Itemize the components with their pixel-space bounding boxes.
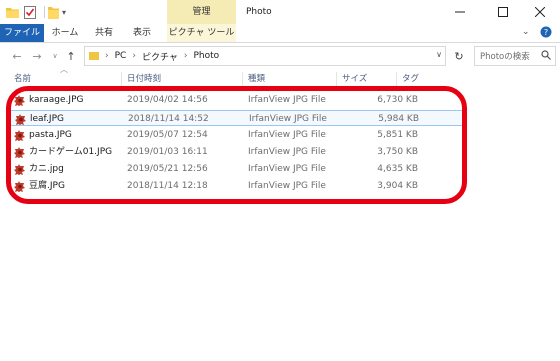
file-name: karaage.JPG [29, 95, 84, 105]
breadcrumb-photo[interactable]: Photo [193, 51, 219, 61]
file-date: 2018/11/14 14:52 [128, 114, 209, 124]
irfanview-file-icon [14, 129, 26, 142]
list-item[interactable]: カニ.jpg 2019/05/21 12:56 IrfanView JPG Fi… [10, 161, 463, 177]
tab-file[interactable]: ファイル [0, 24, 44, 42]
close-button[interactable] [520, 0, 560, 24]
file-date: 2018/11/14 12:18 [127, 181, 208, 191]
help-icon[interactable]: ? [540, 26, 552, 41]
file-type: IrfanView JPG File [249, 114, 327, 124]
refresh-icon[interactable]: ↻ [450, 47, 468, 65]
minimize-button[interactable] [440, 0, 480, 24]
quick-access-dropdown-icon[interactable]: ▾ [62, 4, 66, 20]
search-placeholder: Photoの検索 [480, 52, 530, 62]
column-divider[interactable] [336, 72, 337, 86]
list-item[interactable]: pasta.JPG 2019/05/07 12:54 IrfanView JPG… [10, 127, 463, 143]
svg-text:?: ? [544, 28, 548, 37]
file-name: カードゲーム01.JPG [29, 147, 113, 157]
ribbon-expand-icon[interactable]: ⌄ [522, 27, 530, 37]
file-type: IrfanView JPG File [248, 95, 326, 105]
file-date: 2019/05/21 12:56 [127, 164, 208, 174]
irfanview-file-icon [14, 146, 26, 159]
file-name: 豆腐.JPG [29, 181, 65, 191]
file-size: 3,750 KB [377, 147, 418, 157]
file-date: 2019/04/02 14:56 [127, 95, 208, 105]
recent-locations-dropdown-icon[interactable]: ∨ [48, 48, 62, 64]
tab-view[interactable]: 表示 [130, 24, 154, 42]
irfanview-file-icon [14, 180, 26, 193]
file-type: IrfanView JPG File [248, 181, 326, 191]
list-item[interactable]: leaf.JPG 2018/11/14 14:52 IrfanView JPG … [10, 110, 463, 126]
file-name: leaf.JPG [30, 114, 64, 124]
sort-ascending-icon: ︿ [60, 65, 68, 74]
list-item[interactable]: karaage.JPG 2019/04/02 14:56 IrfanView J… [10, 92, 463, 108]
folder-icon [89, 51, 99, 61]
column-header-size[interactable]: サイズ [342, 70, 367, 88]
list-item[interactable]: 豆腐.JPG 2018/11/14 12:18 IrfanView JPG Fi… [10, 178, 463, 194]
navigation-bar: ← → ∨ ↑ › PC › ピクチャ › Photo ∨ ↻ Photoの検索 [0, 43, 560, 69]
file-name: カニ.jpg [29, 164, 64, 174]
title-bar: ▾ 管理 Photo [0, 0, 560, 24]
address-dropdown-icon[interactable]: ∨ [436, 50, 442, 59]
file-size: 5,984 KB [378, 114, 419, 124]
address-bar[interactable]: › PC › ピクチャ › Photo ∨ [84, 46, 446, 66]
tab-picture-tools[interactable]: ピクチャ ツール [167, 24, 236, 42]
folder-icon [6, 4, 19, 20]
tab-share[interactable]: 共有 [92, 24, 116, 42]
window-title: Photo [246, 7, 272, 17]
tab-home[interactable]: ホーム [50, 24, 80, 42]
column-header-tag[interactable]: タグ [402, 70, 419, 88]
file-size: 4,635 KB [377, 164, 418, 174]
new-folder-icon[interactable] [48, 4, 59, 20]
separator [44, 6, 45, 18]
column-divider[interactable] [121, 72, 122, 86]
maximize-button[interactable] [483, 0, 523, 24]
column-header-name[interactable]: 名前 [14, 70, 31, 88]
file-date: 2019/05/07 12:54 [127, 130, 208, 140]
column-header-type[interactable]: 種類 [248, 70, 265, 88]
column-divider[interactable] [396, 72, 397, 86]
column-divider[interactable] [242, 72, 243, 86]
breadcrumb-pc[interactable]: PC [115, 51, 127, 61]
search-input[interactable]: Photoの検索 [474, 46, 556, 66]
file-type: IrfanView JPG File [248, 147, 326, 157]
file-name: pasta.JPG [29, 130, 72, 140]
back-arrow-icon[interactable]: ← [10, 48, 24, 64]
file-size: 3,904 KB [377, 181, 418, 191]
list-item[interactable]: カードゲーム01.JPG 2019/01/03 16:11 IrfanView … [10, 144, 463, 160]
forward-arrow-icon[interactable]: → [30, 48, 44, 64]
file-type: IrfanView JPG File [248, 164, 326, 174]
file-date: 2019/01/03 16:11 [127, 147, 208, 157]
properties-icon[interactable] [24, 4, 36, 20]
file-type: IrfanView JPG File [248, 130, 326, 140]
breadcrumb-pictures[interactable]: ピクチャ [142, 50, 178, 63]
irfanview-file-icon [14, 163, 26, 176]
breadcrumb-separator-icon: › [132, 51, 136, 61]
irfanview-file-icon [15, 113, 27, 126]
irfanview-file-icon [14, 94, 26, 107]
manage-context-tab[interactable]: 管理 [167, 0, 236, 24]
up-arrow-icon[interactable]: ↑ [64, 48, 78, 64]
column-headers: ︿ 名前 日付時刻 種類 サイズ タグ [0, 65, 560, 88]
file-size: 5,851 KB [377, 130, 418, 140]
breadcrumb-separator-icon: › [183, 51, 188, 61]
breadcrumb-separator-icon: › [105, 51, 109, 61]
ribbon-tabs: ファイル ホーム 共有 表示 ピクチャ ツール ⌄ ? [0, 24, 560, 43]
column-header-date[interactable]: 日付時刻 [127, 70, 161, 88]
file-size: 6,730 KB [377, 95, 418, 105]
search-icon [541, 50, 551, 63]
